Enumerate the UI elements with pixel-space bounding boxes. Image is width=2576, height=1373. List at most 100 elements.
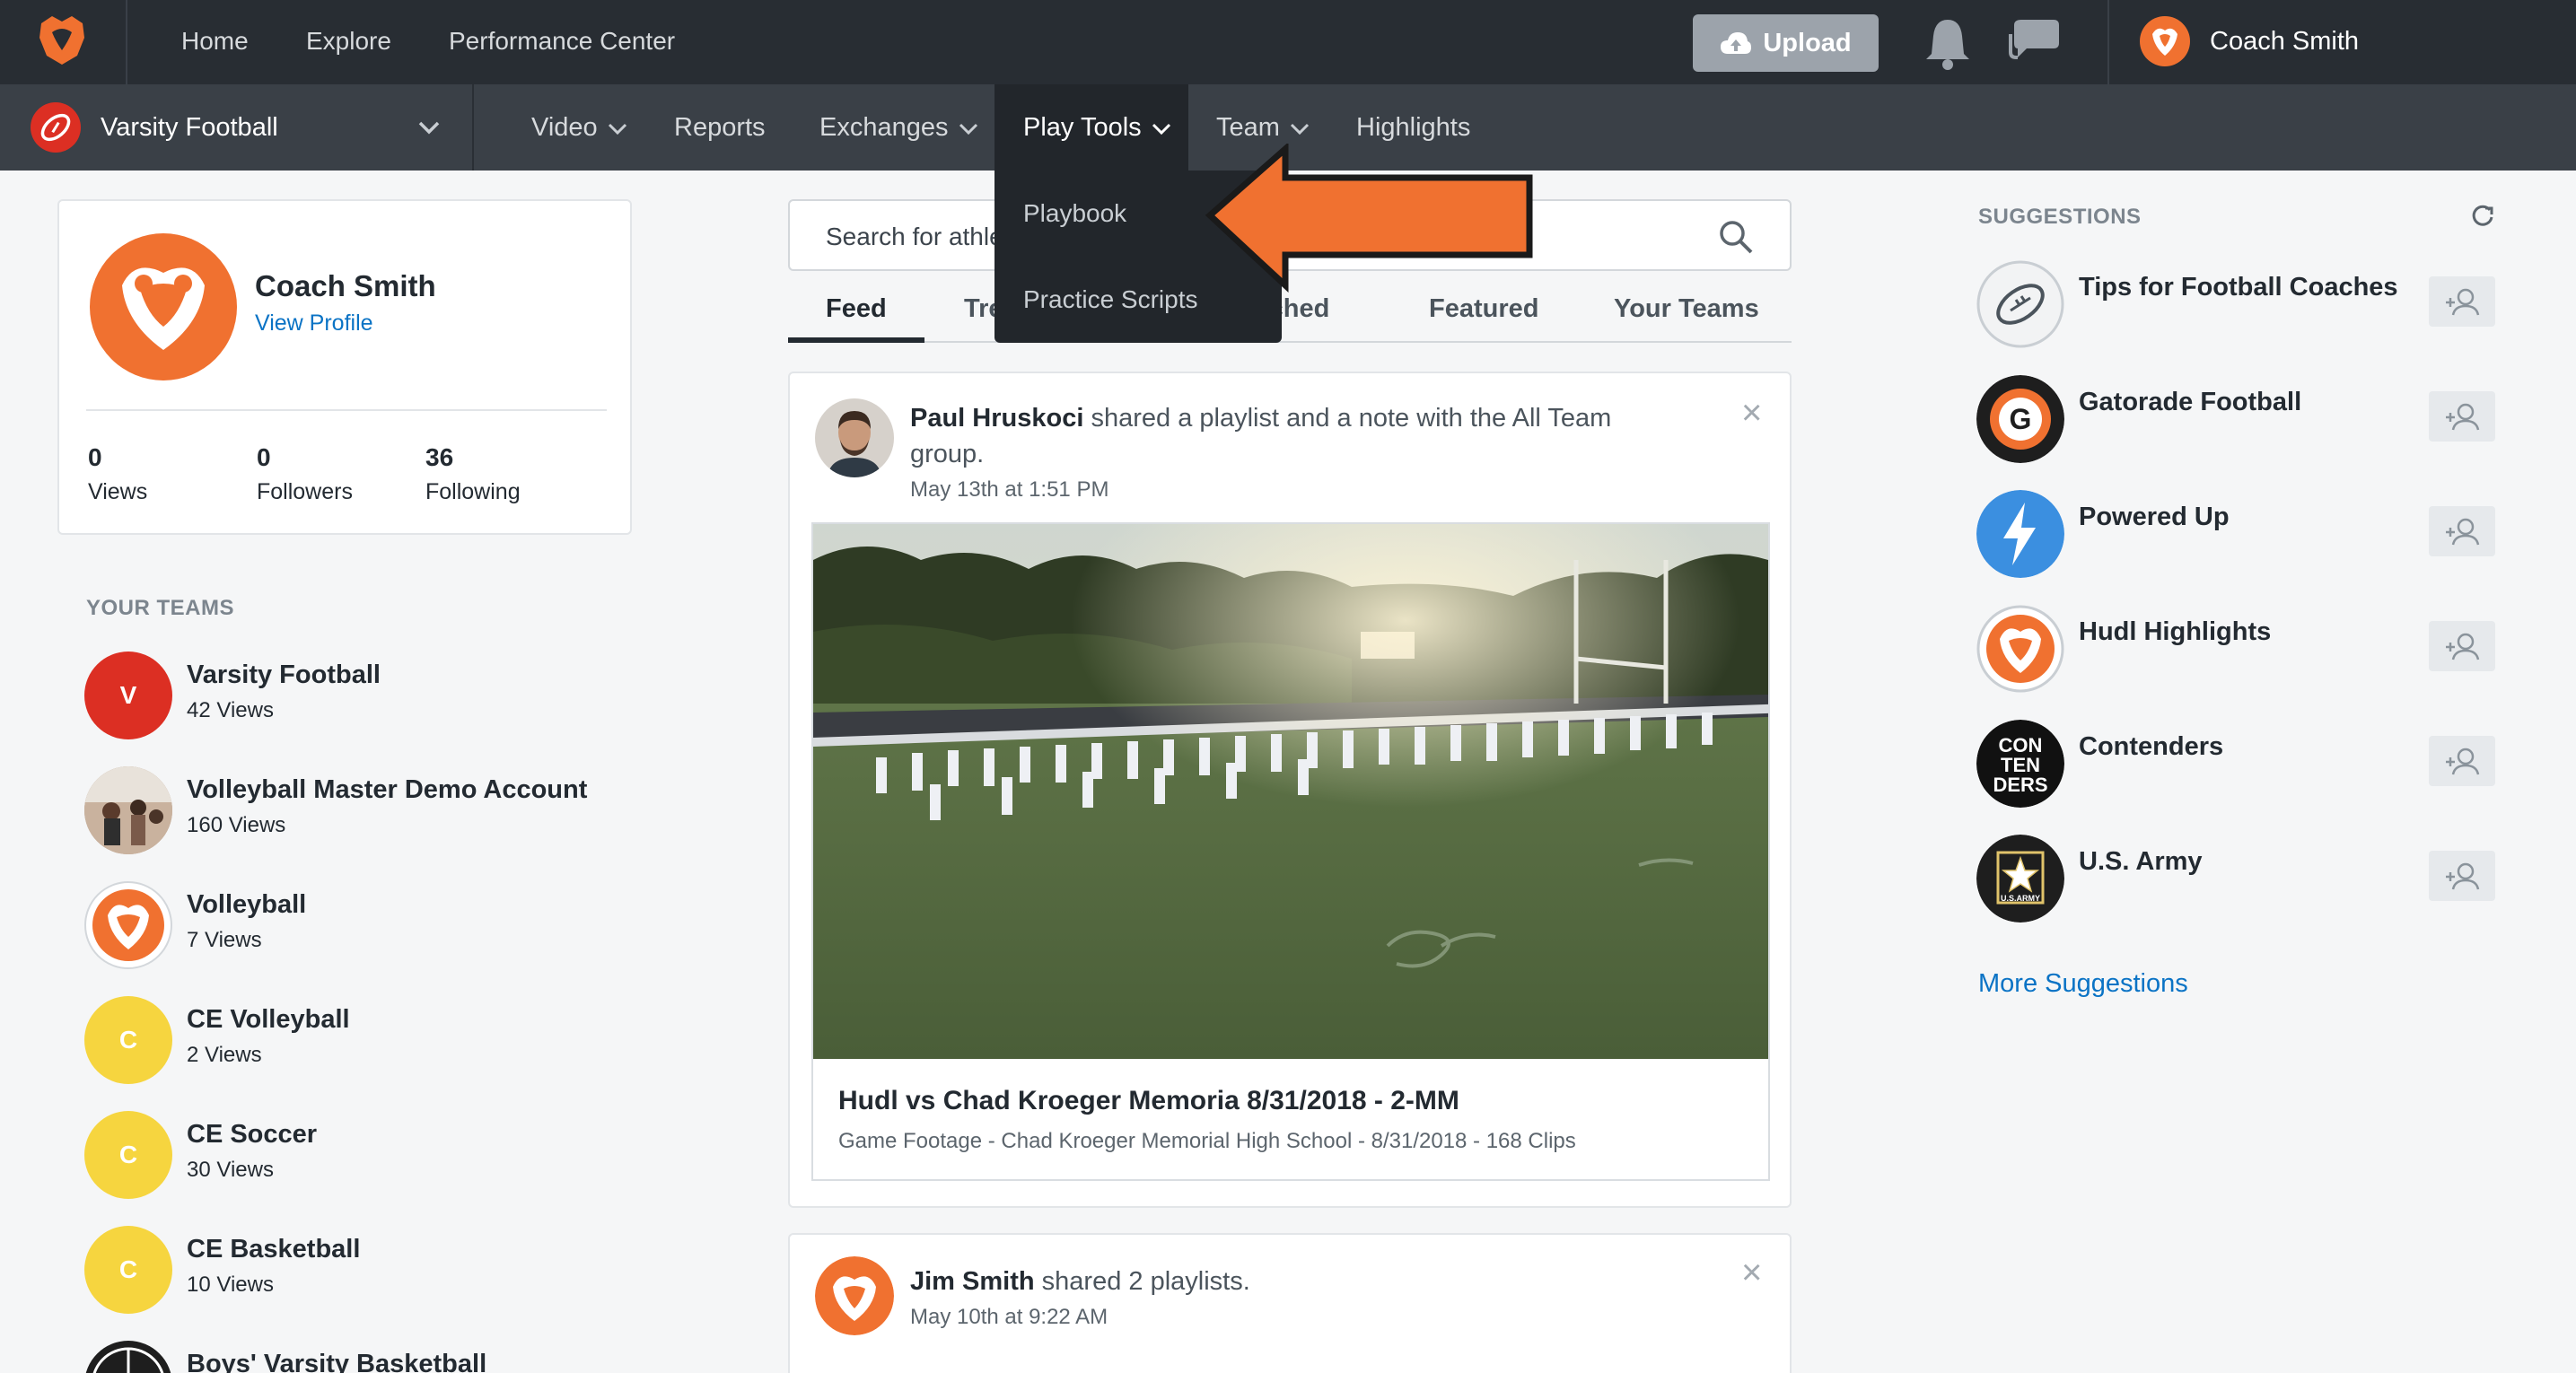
video-thumbnail[interactable] (813, 524, 1768, 1059)
stat-value: 0 (88, 443, 102, 471)
divider (472, 84, 474, 171)
hudl-logo-icon[interactable] (32, 11, 92, 70)
basketball-icon (92, 1347, 164, 1373)
author-avatar[interactable] (815, 1256, 894, 1335)
close-icon[interactable]: × (1741, 1255, 1762, 1290)
chevron-down-icon (608, 123, 626, 135)
chevron-down-icon (959, 123, 977, 135)
post-date: May 10th at 9:22 AM (910, 1305, 1108, 1329)
suggestion-name: U.S. Army (2079, 847, 2203, 876)
suggestion-name: Powered Up (2079, 503, 2230, 531)
team-views: 42 Views (187, 698, 274, 722)
menu-item-playbook[interactable]: Playbook (1023, 199, 1126, 228)
team-row[interactable]: Boys' Varsity Basketball (84, 1341, 623, 1373)
team-row[interactable]: C CE Basketball 10 Views (84, 1226, 623, 1316)
cloud-upload-icon (1721, 32, 1752, 54)
subnav-highlights[interactable]: Highlights (1356, 113, 1470, 143)
team-row[interactable]: V Varsity Football 42 Views (84, 652, 623, 741)
follow-button[interactable] (2429, 851, 2495, 901)
post-date: May 13th at 1:51 PM (910, 477, 1109, 502)
divider (86, 409, 607, 411)
follow-button[interactable] (2429, 276, 2495, 327)
post-author[interactable]: Jim Smith (910, 1267, 1035, 1296)
stat-views[interactable]: 0 Views (88, 443, 147, 505)
video-playlist-card[interactable]: Hudl vs Chad Kroeger Memoria 8/31/2018 -… (811, 522, 1770, 1181)
army-star-icon: U.S.ARMY (1976, 835, 2064, 923)
follow-button[interactable] (2429, 736, 2495, 786)
nav-performance-center[interactable]: Performance Center (449, 27, 675, 56)
team-selector-label: Varsity Football (101, 113, 278, 142)
chevron-down-icon (418, 121, 440, 135)
add-user-icon (2446, 518, 2480, 546)
stat-followers[interactable]: 0 Followers (257, 443, 353, 505)
subnav-exchanges-label: Exchanges (819, 113, 949, 142)
post-author[interactable]: Paul Hruskoci (910, 404, 1083, 433)
hudl-icon (1976, 605, 2064, 693)
stat-label: Views (88, 479, 148, 504)
stat-following[interactable]: 36 Following (425, 443, 521, 505)
team-name: Varsity Football (187, 660, 381, 689)
upload-button[interactable]: Upload (1693, 14, 1879, 72)
video-title[interactable]: Hudl vs Chad Kroeger Memoria 8/31/2018 -… (838, 1086, 1459, 1116)
team-name: Boys' Varsity Basketball (187, 1350, 487, 1373)
army-text: U.S.ARMY (2001, 894, 2040, 903)
refresh-icon[interactable] (2470, 203, 2495, 228)
tab-featured[interactable]: Featured (1429, 294, 1538, 324)
follow-button[interactable] (2429, 621, 2495, 671)
profile-avatar[interactable] (90, 233, 237, 380)
view-profile-link[interactable]: View Profile (255, 310, 373, 337)
team-name: CE Soccer (187, 1120, 318, 1149)
divider (126, 0, 127, 84)
gatorade-icon: G (1976, 375, 2064, 463)
author-avatar[interactable] (815, 398, 894, 477)
team-selector[interactable]: Varsity Football (0, 84, 472, 171)
subnav-play-tools-label: Play Tools (1023, 113, 1142, 142)
subnav-team[interactable]: Team (1216, 113, 1310, 143)
add-user-icon (2446, 862, 2480, 890)
team-row[interactable]: C CE Volleyball 2 Views (84, 996, 623, 1086)
nav-home[interactable]: Home (181, 27, 249, 56)
team-views: 2 Views (187, 1043, 262, 1067)
add-user-icon (2446, 748, 2480, 775)
more-suggestions-link[interactable]: More Suggestions (1978, 969, 2188, 999)
add-user-icon (2446, 403, 2480, 431)
football-game-thumbnail (813, 524, 1768, 1059)
user-menu-name[interactable]: Coach Smith (2210, 27, 2359, 57)
top-navigation-bar: Home Explore Performance Center Upload C… (0, 0, 2576, 84)
subnav-exchanges[interactable]: Exchanges (819, 113, 979, 143)
divider (2107, 0, 2109, 84)
stat-value: 36 (425, 443, 454, 471)
follow-button[interactable] (2429, 506, 2495, 556)
follow-button[interactable] (2429, 391, 2495, 442)
subnav-video[interactable]: Video (531, 113, 628, 143)
team-row[interactable]: Volleyball 7 Views (84, 881, 623, 971)
nav-explore[interactable]: Explore (306, 27, 391, 56)
bell-icon[interactable] (1921, 14, 1975, 72)
subnav-reports[interactable]: Reports (674, 113, 766, 143)
team-avatar (84, 881, 172, 969)
chat-bubble-icon[interactable] (2007, 16, 2061, 70)
suggestion-name: Contenders (2079, 732, 2224, 761)
search-icon[interactable] (1718, 219, 1754, 255)
suggestion-name: Hudl Highlights (2079, 617, 2272, 646)
tab-feed[interactable]: Feed (826, 294, 887, 324)
hudl-icon (815, 1256, 894, 1335)
menu-item-practice-scripts[interactable]: Practice Scripts (1023, 285, 1198, 314)
team-name: Volleyball (187, 890, 307, 919)
add-user-icon (2446, 288, 2480, 316)
team-avatar: C (84, 996, 172, 1084)
user-avatar-icon[interactable] (2140, 16, 2190, 66)
stat-value: 0 (257, 443, 271, 471)
hudl-icon (92, 889, 164, 961)
team-avatar: V (84, 652, 172, 739)
team-row[interactable]: Volleyball Master Demo Account 160 Views (84, 766, 623, 856)
team-name: CE Basketball (187, 1235, 361, 1264)
video-subtitle: Game Footage - Chad Kroeger Memorial Hig… (838, 1129, 1576, 1153)
team-row[interactable]: C CE Soccer 30 Views (84, 1111, 623, 1201)
subnav-play-tools[interactable]: Play Tools (1023, 113, 1172, 143)
tab-your-teams[interactable]: Your Teams (1614, 294, 1759, 324)
subnav-video-label: Video (531, 113, 598, 142)
active-tab-indicator (788, 337, 924, 343)
chevron-down-icon (1152, 123, 1170, 135)
close-icon[interactable]: × (1741, 395, 1762, 431)
